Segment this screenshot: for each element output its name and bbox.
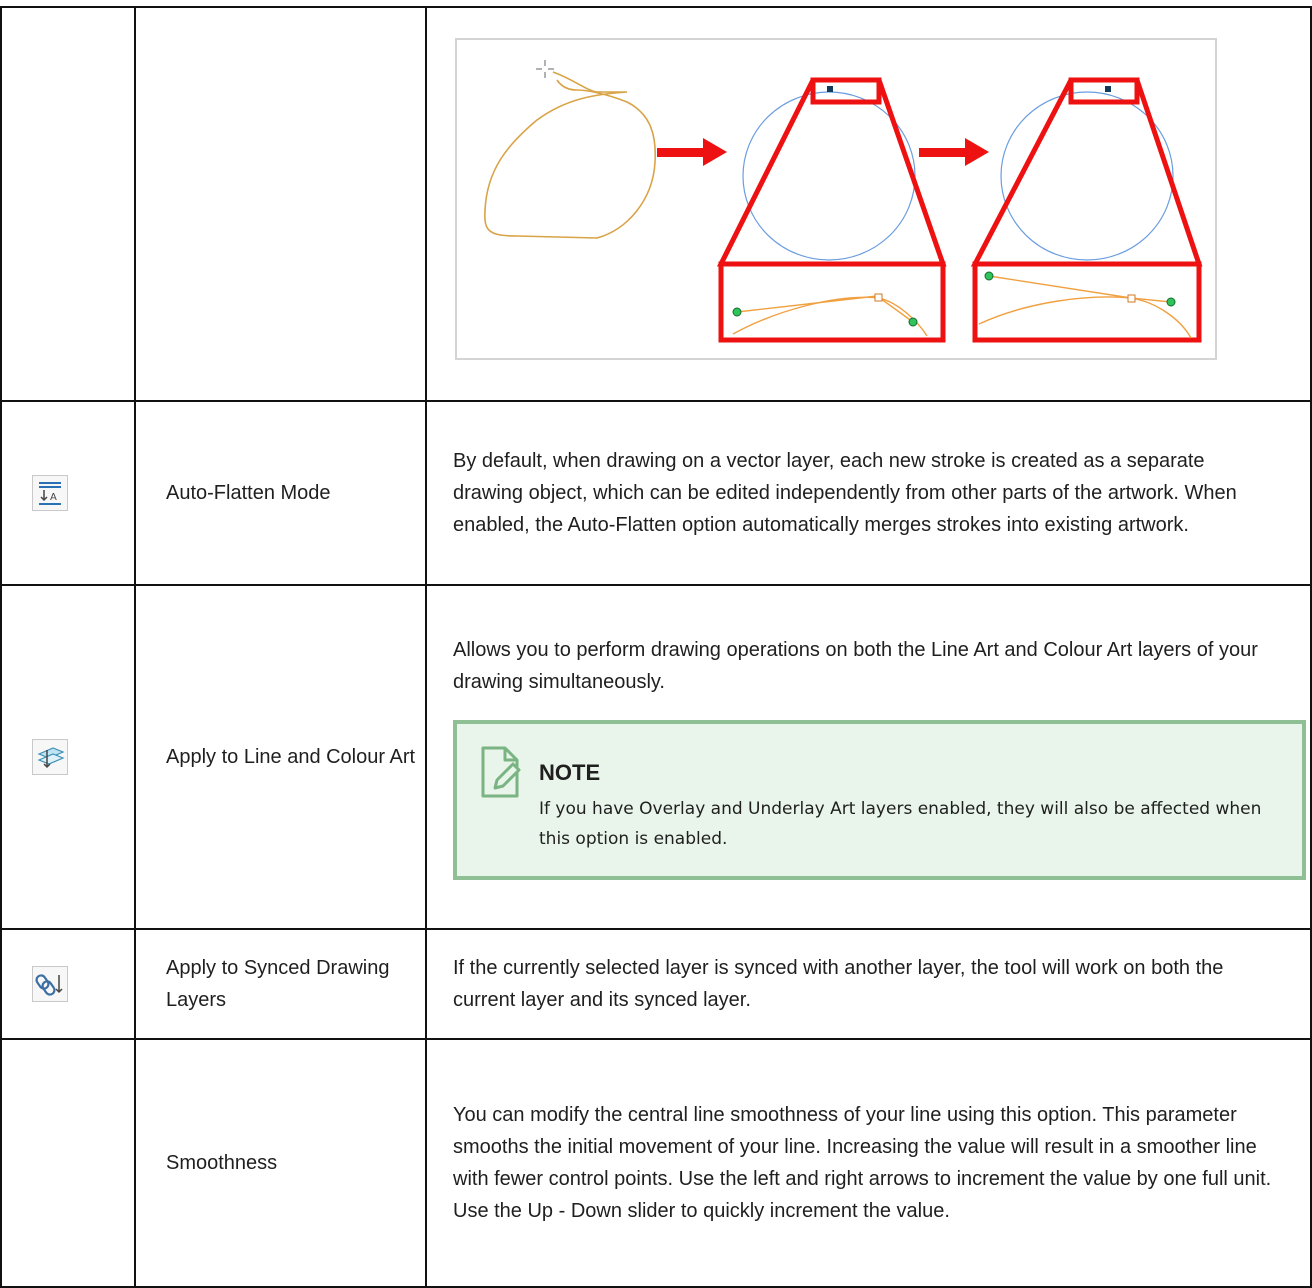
description-text: By default, when drawing on a vector lay… bbox=[453, 450, 1237, 536]
icon-cell bbox=[0, 584, 136, 930]
description-text: If the currently selected layer is synce… bbox=[453, 957, 1224, 1011]
arrow-1 bbox=[657, 138, 727, 166]
icon-cell bbox=[0, 1038, 136, 1288]
description-text: Allows you to perform drawing operations… bbox=[453, 639, 1258, 693]
note-pencil-icon bbox=[479, 744, 523, 854]
note-box: NOTE If you have Overlay and Underlay Ar… bbox=[453, 720, 1306, 880]
auto-flatten-icon: A bbox=[32, 475, 68, 511]
icon-cell bbox=[0, 928, 136, 1040]
smoothed-panel-1 bbox=[716, 77, 947, 343]
option-name: Apply to Line and Colour Art bbox=[134, 584, 427, 930]
table-row-apply-line-colour-art: Apply to Line and Colour Art Allows you … bbox=[0, 584, 1312, 930]
option-name: Auto-Flatten Mode bbox=[134, 400, 427, 586]
option-description: By default, when drawing on a vector lay… bbox=[425, 400, 1312, 586]
option-description: If the currently selected layer is synce… bbox=[425, 928, 1312, 1040]
arrow-2 bbox=[919, 138, 989, 166]
synced-layers-icon bbox=[32, 966, 68, 1002]
option-name: Smoothness bbox=[134, 1038, 427, 1288]
table-row-synced-layers: Apply to Synced Drawing Layers If the cu… bbox=[0, 928, 1312, 1040]
note-title: NOTE bbox=[539, 760, 601, 785]
icon-cell: A bbox=[0, 400, 136, 586]
option-description: Allows you to perform drawing operations… bbox=[425, 584, 1312, 930]
description-text: You can modify the central line smoothne… bbox=[453, 1104, 1272, 1222]
option-description: You can modify the central line smoothne… bbox=[425, 1038, 1312, 1288]
description-cell bbox=[425, 6, 1312, 402]
smoothed-panel-2 bbox=[970, 77, 1203, 343]
rough-stroke bbox=[484, 71, 657, 239]
table-row-illustration bbox=[0, 6, 1312, 402]
table-row-auto-flatten: A Auto-Flatten Mode By default, when dra… bbox=[0, 400, 1312, 586]
name-cell bbox=[134, 6, 427, 402]
apply-line-colour-art-icon bbox=[32, 739, 68, 775]
smoothing-diagram bbox=[484, 60, 1203, 343]
tool-options-table: A Auto-Flatten Mode By default, when dra… bbox=[0, 6, 1312, 1288]
note-text: If you have Overlay and Underlay Art lay… bbox=[539, 799, 1262, 849]
svg-text:A: A bbox=[50, 492, 57, 503]
smoothing-illustration bbox=[455, 38, 1217, 360]
icon-cell bbox=[0, 6, 136, 402]
option-name: Apply to Synced Drawing Layers bbox=[134, 928, 427, 1040]
cursor-crosshair-icon bbox=[536, 60, 554, 78]
table-row-smoothness: Smoothness You can modify the central li… bbox=[0, 1038, 1312, 1288]
